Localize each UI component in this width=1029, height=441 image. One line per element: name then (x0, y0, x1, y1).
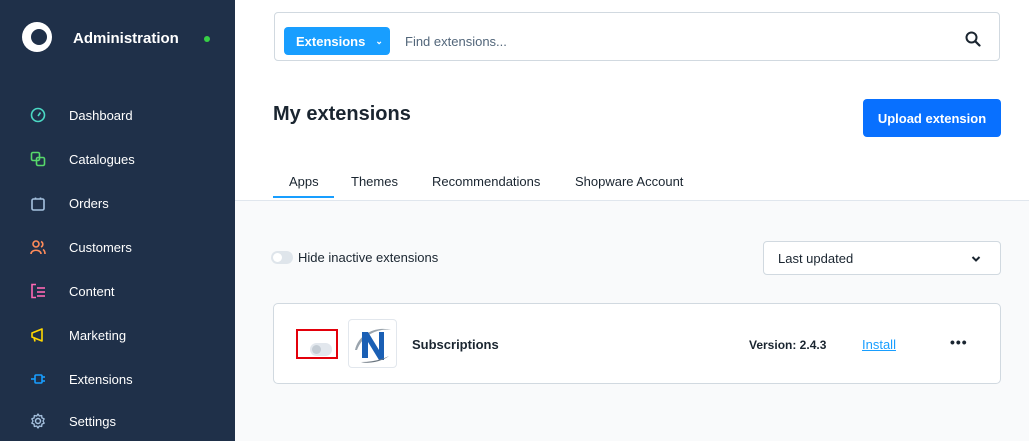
extension-name: Subscriptions (412, 337, 499, 352)
install-link[interactable]: Install (862, 337, 896, 352)
extension-logo-icon (355, 328, 391, 363)
gear-icon (31, 413, 45, 429)
sidebar-item-catalogues[interactable]: Catalogues (0, 139, 235, 179)
sidebar-item-label: Customers (69, 239, 132, 255)
sidebar-item-label: Orders (69, 195, 109, 211)
sidebar-item-marketing[interactable]: Marketing (0, 315, 235, 355)
extension-version: Version: 2.4.3 (749, 338, 827, 352)
search-type-label: Extensions (296, 33, 366, 49)
sidebar-item-label: Dashboard (69, 107, 133, 123)
sort-select[interactable]: Last updated (763, 241, 1001, 275)
search-icon[interactable] (965, 31, 981, 47)
sidebar-item-label: Marketing (69, 327, 127, 343)
sidebar-item-content[interactable]: Content (0, 271, 235, 311)
more-options-button[interactable]: ••• (950, 334, 968, 350)
gauge-icon (30, 107, 46, 123)
sidebar-item-label: Catalogues (69, 151, 135, 167)
upload-extension-button[interactable]: Upload extension (863, 99, 1001, 137)
extension-card: Subscriptions Version: 2.4.3 Install ••• (273, 303, 1001, 384)
sidebar-item-extensions[interactable]: Extensions (0, 359, 235, 399)
highlight-box (296, 329, 338, 359)
search-input[interactable] (403, 29, 927, 53)
header-panel: Extensions ⌄ My extensions Upload extens… (235, 0, 1029, 201)
search-bar: Extensions ⌄ (274, 12, 1000, 61)
page-title: My extensions (273, 103, 411, 125)
catalogue-icon (30, 151, 46, 167)
main-content: Extensions ⌄ My extensions Upload extens… (235, 0, 1029, 441)
brand-title: Administration (73, 30, 179, 47)
sidebar-item-label: Settings (69, 413, 116, 429)
sort-value: Last updated (778, 251, 854, 266)
chevron-down-icon: ⌄ (375, 35, 383, 46)
shopware-logo[interactable] (22, 22, 52, 52)
plug-icon (31, 374, 45, 384)
megaphone-icon (31, 328, 43, 342)
chevron-down-icon (971, 256, 981, 262)
tab-apps[interactable]: Apps (289, 174, 319, 189)
search-type-dropdown[interactable]: Extensions ⌄ (284, 27, 390, 55)
sidebar-item-dashboard[interactable]: Dashboard (0, 95, 235, 135)
sidebar-item-customers[interactable]: Customers (0, 227, 235, 267)
sidebar-item-label: Extensions (69, 371, 133, 387)
tab-shopware-account[interactable]: Shopware Account (575, 174, 683, 189)
content-icon (31, 283, 45, 299)
sidebar-item-orders[interactable]: Orders (0, 183, 235, 223)
sidebar-item-label: Content (69, 283, 115, 299)
sidebar-item-settings[interactable]: Settings (0, 401, 235, 441)
extension-logo (348, 319, 397, 368)
active-tab-indicator (273, 196, 334, 198)
hide-inactive-label: Hide inactive extensions (298, 250, 439, 265)
shopping-bag-icon (31, 197, 45, 211)
status-indicator (204, 36, 210, 42)
hide-inactive-toggle[interactable] (271, 251, 293, 264)
sidebar: Administration Dashboard Catalogues Orde… (0, 0, 235, 441)
customers-icon (30, 240, 46, 255)
tab-themes[interactable]: Themes (351, 174, 398, 189)
brand-header: Administration (0, 0, 235, 80)
tab-recommendations[interactable]: Recommendations (432, 174, 540, 189)
